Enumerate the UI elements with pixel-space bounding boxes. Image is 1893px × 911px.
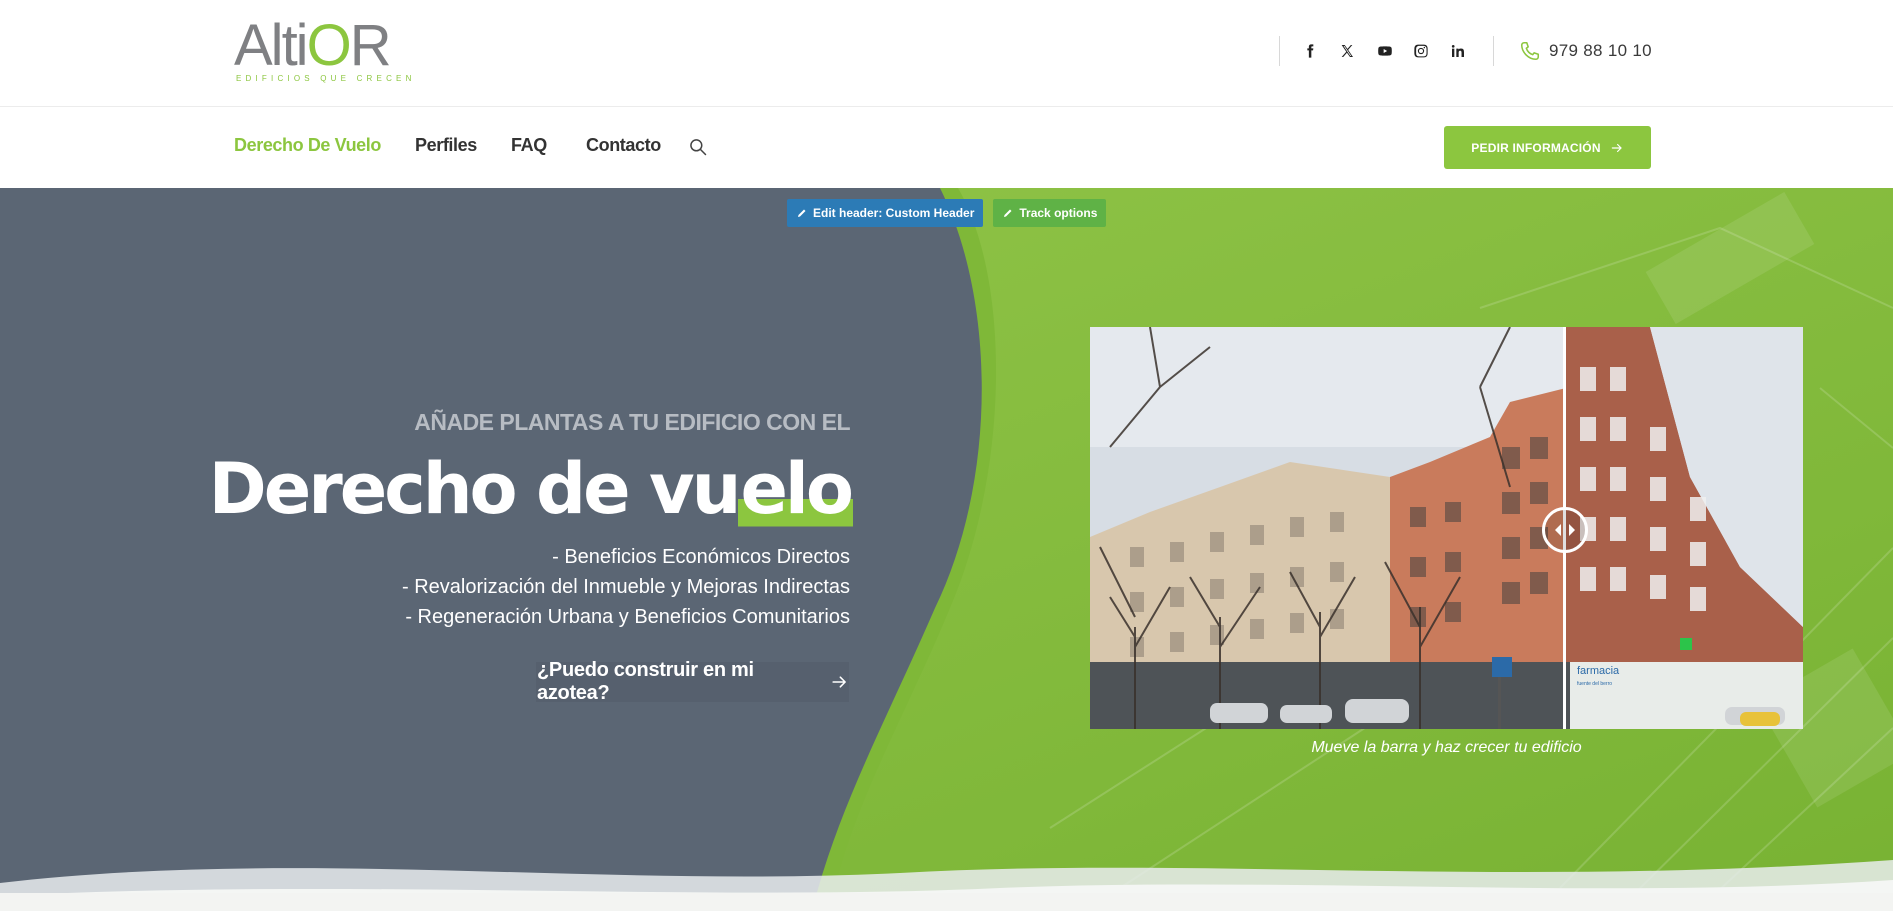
shop-sign-sub: fuente del berro <box>1577 681 1612 687</box>
logo-tagline: EDIFICIOS QUE CRECEN <box>236 74 416 83</box>
admin-badges: Edit header: Custom Header Track options <box>787 199 1107 227</box>
nav-item-contacto[interactable]: Contacto <box>586 135 661 156</box>
pencil-icon <box>1004 209 1012 217</box>
top-bar: AltiOR EDIFICIOS QUE CRECEN 979 88 10 10 <box>0 0 1893 107</box>
nav-item-derecho-de-vuelo[interactable]: Derecho De Vuelo <box>234 135 381 156</box>
pedir-informacion-button[interactable]: PEDIR INFORMACIÓN <box>1444 126 1651 169</box>
social-divider-right <box>1493 36 1494 66</box>
benefit-item: - Beneficios Económicos Directos <box>552 546 850 568</box>
puedo-construir-link[interactable]: ¿Puedo construir en mi azotea? <box>536 659 849 704</box>
linkedin-icon[interactable] <box>1445 38 1471 64</box>
altior-logo[interactable]: AltiOR EDIFICIOS QUE CRECEN <box>234 13 411 86</box>
before-after-slider[interactable]: farmacia fuente del berro <box>1090 327 1803 729</box>
youtube-icon[interactable] <box>1372 38 1398 64</box>
facebook-icon[interactable] <box>1297 38 1323 64</box>
phone-number: 979 88 10 10 <box>1549 41 1652 60</box>
track-options-button[interactable]: Track options <box>993 199 1107 227</box>
headline-main: Derecho de vu <box>208 448 742 530</box>
hero-section: Edit header: Custom Header Track options… <box>0 188 1893 911</box>
nav-item-faq[interactable]: FAQ <box>511 135 547 156</box>
benefit-item: - Regeneración Urbana y Beneficios Comun… <box>405 606 850 628</box>
track-options-label: Track options <box>1019 206 1098 220</box>
phone-link[interactable]: 979 88 10 10 <box>1519 37 1652 65</box>
slider-handle[interactable] <box>1542 507 1588 553</box>
cta-label: PEDIR INFORMACIÓN <box>1471 140 1601 155</box>
benefits-list: - Beneficios Económicos Directos - Reval… <box>402 542 850 632</box>
building-photo: farmacia fuente del berro <box>1090 327 1803 729</box>
benefit-item: - Revalorización del Inmueble y Mejoras … <box>402 576 850 598</box>
nav-item-perfiles[interactable]: Perfiles <box>415 135 477 156</box>
social-divider-left <box>1279 36 1280 66</box>
slider-caption: Mueve la barra y haz crecer tu edificio <box>1311 739 1582 756</box>
pharmacy-cross-icon <box>1680 638 1692 650</box>
headline-highlight: elo <box>738 448 854 530</box>
phone-icon <box>1520 41 1540 61</box>
hero-link-label: ¿Puedo construir en mi azotea? <box>537 659 754 704</box>
hero-headline: Derecho de vuelo <box>208 444 854 534</box>
drag-arrows-icon <box>1555 524 1575 536</box>
search-icon[interactable] <box>688 137 708 157</box>
pencil-icon <box>798 209 806 217</box>
arrow-right-icon <box>832 676 846 688</box>
main-nav: Derecho De Vuelo Perfiles FAQ Contacto P… <box>0 107 1893 188</box>
hero-eyebrow: AÑADE PLANTAS A TU EDIFICIO CON EL <box>414 409 850 435</box>
edit-header-label: Edit header: Custom Header <box>813 206 975 220</box>
instagram-icon[interactable] <box>1408 38 1434 64</box>
arrow-right-icon <box>1611 143 1622 152</box>
page-bottom-strip <box>0 893 1893 911</box>
edit-header-button[interactable]: Edit header: Custom Header <box>787 199 984 227</box>
logo-wordmark: AltiOR <box>234 13 392 78</box>
x-twitter-icon[interactable] <box>1334 38 1360 64</box>
shop-sign: farmacia <box>1577 665 1620 677</box>
